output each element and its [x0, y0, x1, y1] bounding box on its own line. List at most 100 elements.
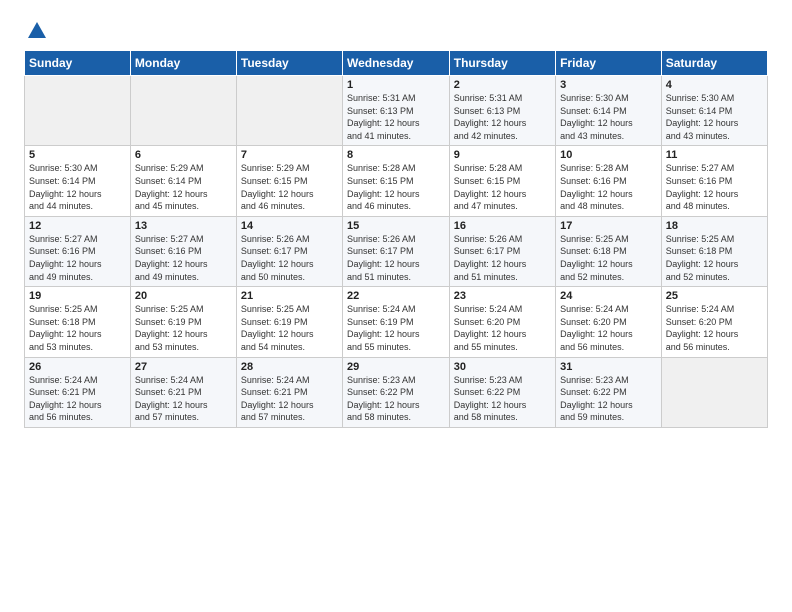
calendar-cell: 21Sunrise: 5:25 AM Sunset: 6:19 PM Dayli… — [236, 287, 342, 357]
day-info: Sunrise: 5:23 AM Sunset: 6:22 PM Dayligh… — [347, 374, 445, 424]
calendar-cell: 8Sunrise: 5:28 AM Sunset: 6:15 PM Daylig… — [342, 146, 449, 216]
weekday-header: Sunday — [25, 51, 131, 76]
day-number: 24 — [560, 290, 657, 302]
calendar-cell: 25Sunrise: 5:24 AM Sunset: 6:20 PM Dayli… — [661, 287, 767, 357]
day-info: Sunrise: 5:24 AM Sunset: 6:19 PM Dayligh… — [347, 303, 445, 353]
calendar-cell: 2Sunrise: 5:31 AM Sunset: 6:13 PM Daylig… — [449, 76, 555, 146]
day-info: Sunrise: 5:24 AM Sunset: 6:20 PM Dayligh… — [560, 303, 657, 353]
calendar-cell: 23Sunrise: 5:24 AM Sunset: 6:20 PM Dayli… — [449, 287, 555, 357]
day-info: Sunrise: 5:26 AM Sunset: 6:17 PM Dayligh… — [347, 233, 445, 283]
day-info: Sunrise: 5:25 AM Sunset: 6:19 PM Dayligh… — [135, 303, 232, 353]
day-info: Sunrise: 5:23 AM Sunset: 6:22 PM Dayligh… — [454, 374, 551, 424]
calendar-cell: 1Sunrise: 5:31 AM Sunset: 6:13 PM Daylig… — [342, 76, 449, 146]
day-number: 22 — [347, 290, 445, 302]
weekday-header: Wednesday — [342, 51, 449, 76]
day-number: 4 — [666, 79, 763, 91]
day-number: 21 — [241, 290, 338, 302]
calendar-cell: 14Sunrise: 5:26 AM Sunset: 6:17 PM Dayli… — [236, 216, 342, 286]
calendar-cell: 30Sunrise: 5:23 AM Sunset: 6:22 PM Dayli… — [449, 357, 555, 427]
calendar-cell — [236, 76, 342, 146]
day-info: Sunrise: 5:27 AM Sunset: 6:16 PM Dayligh… — [29, 233, 126, 283]
calendar-cell — [25, 76, 131, 146]
calendar-cell: 31Sunrise: 5:23 AM Sunset: 6:22 PM Dayli… — [556, 357, 662, 427]
day-info: Sunrise: 5:30 AM Sunset: 6:14 PM Dayligh… — [29, 162, 126, 212]
calendar-cell: 5Sunrise: 5:30 AM Sunset: 6:14 PM Daylig… — [25, 146, 131, 216]
calendar-week-row: 19Sunrise: 5:25 AM Sunset: 6:18 PM Dayli… — [25, 287, 768, 357]
calendar-cell: 3Sunrise: 5:30 AM Sunset: 6:14 PM Daylig… — [556, 76, 662, 146]
day-info: Sunrise: 5:28 AM Sunset: 6:15 PM Dayligh… — [454, 162, 551, 212]
weekday-header: Saturday — [661, 51, 767, 76]
calendar-cell: 27Sunrise: 5:24 AM Sunset: 6:21 PM Dayli… — [130, 357, 236, 427]
day-number: 19 — [29, 290, 126, 302]
calendar-cell: 22Sunrise: 5:24 AM Sunset: 6:19 PM Dayli… — [342, 287, 449, 357]
day-number: 9 — [454, 149, 551, 161]
calendar-cell: 4Sunrise: 5:30 AM Sunset: 6:14 PM Daylig… — [661, 76, 767, 146]
calendar-week-row: 12Sunrise: 5:27 AM Sunset: 6:16 PM Dayli… — [25, 216, 768, 286]
day-number: 28 — [241, 361, 338, 373]
day-number: 11 — [666, 149, 763, 161]
day-number: 18 — [666, 220, 763, 232]
day-number: 14 — [241, 220, 338, 232]
day-info: Sunrise: 5:30 AM Sunset: 6:14 PM Dayligh… — [560, 92, 657, 142]
calendar-cell: 24Sunrise: 5:24 AM Sunset: 6:20 PM Dayli… — [556, 287, 662, 357]
day-info: Sunrise: 5:31 AM Sunset: 6:13 PM Dayligh… — [454, 92, 551, 142]
day-info: Sunrise: 5:31 AM Sunset: 6:13 PM Dayligh… — [347, 92, 445, 142]
day-number: 3 — [560, 79, 657, 91]
day-info: Sunrise: 5:27 AM Sunset: 6:16 PM Dayligh… — [135, 233, 232, 283]
day-number: 20 — [135, 290, 232, 302]
day-info: Sunrise: 5:29 AM Sunset: 6:15 PM Dayligh… — [241, 162, 338, 212]
calendar-cell — [661, 357, 767, 427]
day-info: Sunrise: 5:24 AM Sunset: 6:21 PM Dayligh… — [241, 374, 338, 424]
day-number: 10 — [560, 149, 657, 161]
day-number: 8 — [347, 149, 445, 161]
calendar-cell: 13Sunrise: 5:27 AM Sunset: 6:16 PM Dayli… — [130, 216, 236, 286]
calendar-cell: 10Sunrise: 5:28 AM Sunset: 6:16 PM Dayli… — [556, 146, 662, 216]
calendar-cell: 20Sunrise: 5:25 AM Sunset: 6:19 PM Dayli… — [130, 287, 236, 357]
weekday-header: Tuesday — [236, 51, 342, 76]
calendar-cell: 6Sunrise: 5:29 AM Sunset: 6:14 PM Daylig… — [130, 146, 236, 216]
day-number: 29 — [347, 361, 445, 373]
calendar-cell: 7Sunrise: 5:29 AM Sunset: 6:15 PM Daylig… — [236, 146, 342, 216]
calendar-table: SundayMondayTuesdayWednesdayThursdayFrid… — [24, 50, 768, 428]
logo — [24, 20, 48, 42]
day-number: 17 — [560, 220, 657, 232]
day-number: 6 — [135, 149, 232, 161]
weekday-header: Friday — [556, 51, 662, 76]
calendar-week-row: 5Sunrise: 5:30 AM Sunset: 6:14 PM Daylig… — [25, 146, 768, 216]
day-info: Sunrise: 5:25 AM Sunset: 6:18 PM Dayligh… — [29, 303, 126, 353]
calendar-cell: 18Sunrise: 5:25 AM Sunset: 6:18 PM Dayli… — [661, 216, 767, 286]
day-info: Sunrise: 5:30 AM Sunset: 6:14 PM Dayligh… — [666, 92, 763, 142]
calendar-cell: 26Sunrise: 5:24 AM Sunset: 6:21 PM Dayli… — [25, 357, 131, 427]
day-number: 7 — [241, 149, 338, 161]
day-info: Sunrise: 5:24 AM Sunset: 6:21 PM Dayligh… — [29, 374, 126, 424]
calendar-week-row: 26Sunrise: 5:24 AM Sunset: 6:21 PM Dayli… — [25, 357, 768, 427]
day-info: Sunrise: 5:23 AM Sunset: 6:22 PM Dayligh… — [560, 374, 657, 424]
day-number: 13 — [135, 220, 232, 232]
day-number: 16 — [454, 220, 551, 232]
weekday-header: Monday — [130, 51, 236, 76]
calendar-cell: 17Sunrise: 5:25 AM Sunset: 6:18 PM Dayli… — [556, 216, 662, 286]
calendar-cell — [130, 76, 236, 146]
calendar-week-row: 1Sunrise: 5:31 AM Sunset: 6:13 PM Daylig… — [25, 76, 768, 146]
day-number: 27 — [135, 361, 232, 373]
calendar-cell: 28Sunrise: 5:24 AM Sunset: 6:21 PM Dayli… — [236, 357, 342, 427]
day-number: 12 — [29, 220, 126, 232]
calendar-cell: 19Sunrise: 5:25 AM Sunset: 6:18 PM Dayli… — [25, 287, 131, 357]
day-number: 15 — [347, 220, 445, 232]
day-info: Sunrise: 5:24 AM Sunset: 6:21 PM Dayligh… — [135, 374, 232, 424]
calendar-header-row: SundayMondayTuesdayWednesdayThursdayFrid… — [25, 51, 768, 76]
day-info: Sunrise: 5:25 AM Sunset: 6:18 PM Dayligh… — [666, 233, 763, 283]
day-info: Sunrise: 5:26 AM Sunset: 6:17 PM Dayligh… — [241, 233, 338, 283]
calendar-cell: 11Sunrise: 5:27 AM Sunset: 6:16 PM Dayli… — [661, 146, 767, 216]
calendar-cell: 9Sunrise: 5:28 AM Sunset: 6:15 PM Daylig… — [449, 146, 555, 216]
day-info: Sunrise: 5:24 AM Sunset: 6:20 PM Dayligh… — [666, 303, 763, 353]
day-number: 25 — [666, 290, 763, 302]
day-number: 30 — [454, 361, 551, 373]
day-number: 2 — [454, 79, 551, 91]
calendar-cell: 12Sunrise: 5:27 AM Sunset: 6:16 PM Dayli… — [25, 216, 131, 286]
day-info: Sunrise: 5:27 AM Sunset: 6:16 PM Dayligh… — [666, 162, 763, 212]
page-header — [24, 20, 768, 42]
day-number: 23 — [454, 290, 551, 302]
day-info: Sunrise: 5:25 AM Sunset: 6:19 PM Dayligh… — [241, 303, 338, 353]
calendar-cell: 29Sunrise: 5:23 AM Sunset: 6:22 PM Dayli… — [342, 357, 449, 427]
